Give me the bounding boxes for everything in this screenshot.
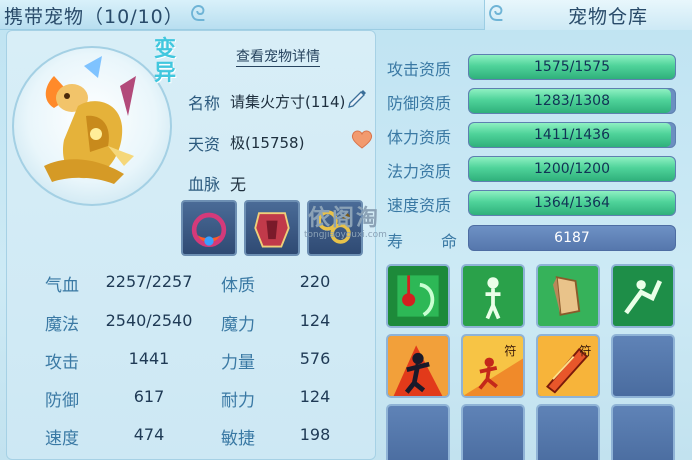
- aptitude-label-speed: 速度资质: [387, 196, 452, 215]
- equipment-slot-armor[interactable]: [244, 200, 300, 256]
- aptitude-value: 1283/1308: [534, 93, 610, 109]
- skill-charm-runner-icon: 符: [463, 336, 523, 396]
- aptitude-value: 1200/1200: [534, 161, 610, 177]
- skill-strike-icon: [613, 266, 673, 326]
- pet-portrait-icon: [44, 56, 136, 184]
- aptitude-bar-stamina: 1411/1436: [468, 122, 676, 148]
- collar-icon: [191, 212, 227, 248]
- swirl-ornament-icon: ᘓ: [488, 2, 504, 27]
- skill-slot-8[interactable]: [611, 334, 675, 398]
- pet-warehouse-title[interactable]: 宠物仓库: [568, 2, 648, 29]
- stat-label-magic-power: 魔力: [221, 315, 255, 335]
- aptitude-bar-speed: 1364/1364: [468, 190, 676, 216]
- carried-pets-label: 携带宠物: [4, 6, 85, 28]
- view-pet-details-link[interactable]: 查看宠物详情: [236, 46, 320, 67]
- pet-name-value: 请集火方寸(114): [230, 93, 346, 111]
- skill-drain-icon: [388, 266, 448, 326]
- skill-slot-4[interactable]: [611, 264, 675, 328]
- talent-label: 天资: [188, 135, 221, 154]
- stat-label-constitution: 体质: [221, 276, 255, 296]
- skill-figure-icon: [463, 266, 523, 326]
- aptitude-bar-defense: 1283/1308: [468, 88, 676, 114]
- stat-value-speed: 474: [133, 425, 165, 444]
- aptitude-label-attack: 攻击资质: [387, 60, 452, 79]
- equipment-slot-collar[interactable]: [181, 200, 237, 256]
- skill-slot-9[interactable]: [386, 404, 450, 460]
- stat-label-agility: 敏捷: [221, 429, 255, 449]
- stat-label-defense: 防御: [45, 391, 79, 411]
- stat-label-hp: 气血: [45, 276, 79, 296]
- aptitude-label-magic: 法力资质: [387, 162, 452, 181]
- skill-slot-10[interactable]: [461, 404, 525, 460]
- stat-value-defense: 617: [133, 387, 165, 406]
- edit-name-icon[interactable]: [346, 86, 368, 108]
- swirl-ornament-icon: ᘓ: [190, 2, 206, 27]
- aptitude-value: 1575/1575: [534, 59, 610, 75]
- stat-value-mp: 2540/2540: [105, 311, 193, 330]
- skill-slot-12[interactable]: [611, 404, 675, 460]
- watermark-url: tongjiaoyouxi.com: [304, 230, 387, 240]
- watermark-text: 依阁淘: [308, 206, 381, 231]
- stat-label-speed: 速度: [45, 429, 79, 449]
- stat-label-attack: 攻击: [45, 353, 79, 373]
- armor-icon: [254, 212, 290, 248]
- skill-slot-11[interactable]: [536, 404, 600, 460]
- talisman-badge: 符: [579, 343, 591, 358]
- lifespan-bar: 6187: [468, 225, 676, 251]
- lifespan-label-b: 命: [441, 232, 458, 251]
- skill-charm-scroll-icon: 符: [538, 336, 598, 396]
- aptitude-label-stamina: 体力资质: [387, 128, 452, 147]
- skill-slot-2[interactable]: [461, 264, 525, 328]
- skill-scroll-icon: [538, 266, 598, 326]
- talisman-badge: 符: [504, 343, 516, 358]
- aptitude-bar-attack: 1575/1575: [468, 54, 676, 80]
- carried-pets-title: 携带宠物（10/10）: [4, 2, 184, 29]
- aptitude-label-defense: 防御资质: [387, 94, 452, 113]
- stat-value-attack: 1441: [128, 349, 170, 368]
- stat-value-hp: 2257/2257: [105, 272, 193, 291]
- skill-shadow-warrior-icon: [388, 336, 448, 396]
- skill-slot-7[interactable]: 符: [536, 334, 600, 398]
- bloodline-label: 血脉: [188, 175, 221, 194]
- stat-label-mp: 魔法: [45, 315, 79, 335]
- carried-pets-count: （10/10）: [84, 6, 184, 28]
- skill-slot-5[interactable]: [386, 334, 450, 398]
- heart-icon[interactable]: [350, 128, 374, 150]
- stat-label-endurance: 耐力: [221, 391, 255, 411]
- stat-label-strength: 力量: [221, 353, 255, 373]
- aptitude-bar-magic: 1200/1200: [468, 156, 676, 182]
- stat-value-endurance: 124: [299, 387, 331, 406]
- aptitude-value: 1364/1364: [534, 195, 610, 211]
- bloodline-value: 无: [230, 175, 247, 194]
- stat-value-strength: 576: [299, 349, 331, 368]
- stat-value-agility: 198: [299, 425, 331, 444]
- skill-slot-6[interactable]: 符: [461, 334, 525, 398]
- aptitude-value: 1411/1436: [534, 127, 610, 143]
- name-label: 名称: [188, 94, 221, 113]
- skill-slot-3[interactable]: [536, 264, 600, 328]
- stat-value-magic-power: 124: [299, 311, 331, 330]
- talent-value: 极(15758): [230, 134, 305, 152]
- lifespan-label-a: 寿: [387, 232, 404, 251]
- mutation-badge: 变 异: [153, 37, 176, 86]
- skill-slot-1[interactable]: [386, 264, 450, 328]
- stat-value-constitution: 220: [299, 272, 331, 291]
